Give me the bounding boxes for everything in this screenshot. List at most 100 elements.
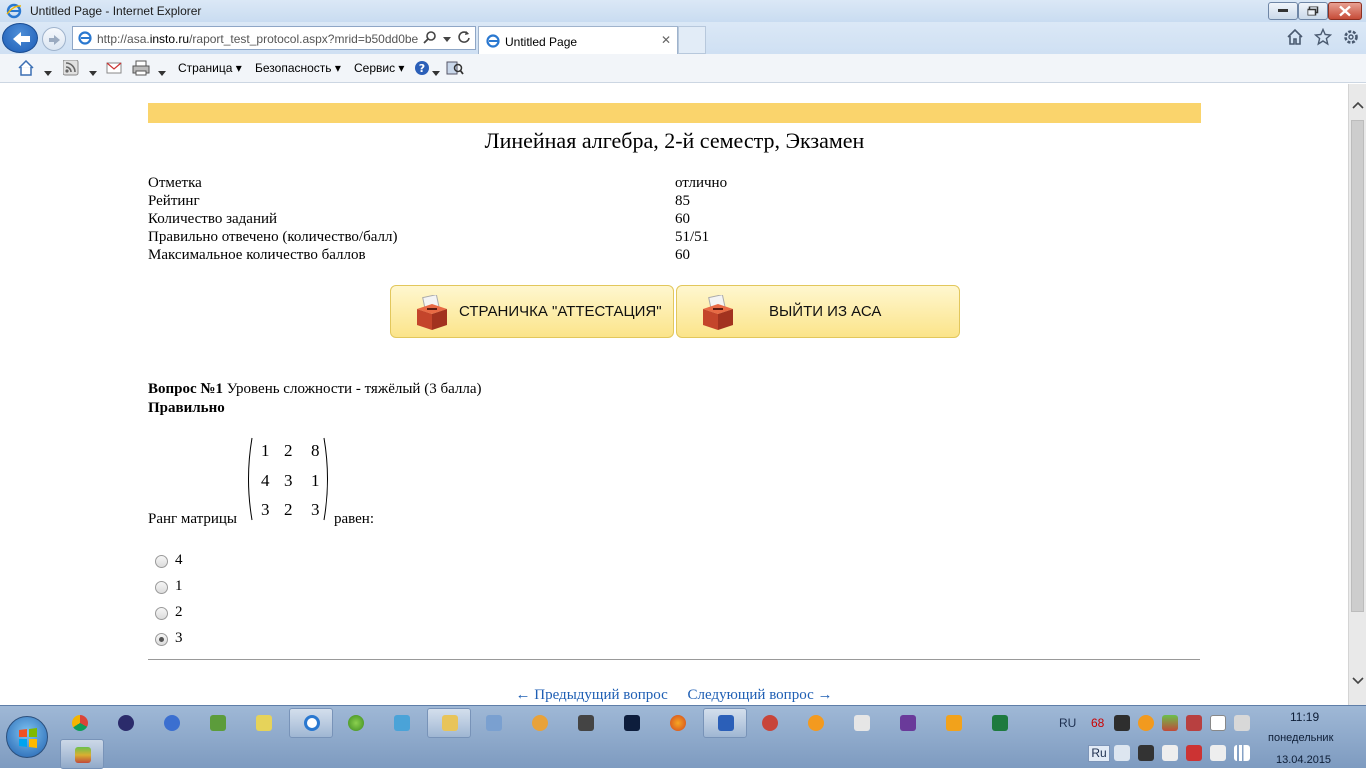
page-menu[interactable]: Страница ▾ [178, 61, 242, 75]
home-icon[interactable] [1286, 28, 1304, 49]
divider [148, 659, 1200, 660]
window-title: Untitled Page - Internet Explorer [30, 4, 202, 18]
odnoklassniki-icon[interactable] [1138, 715, 1154, 731]
close-tab-icon[interactable]: ✕ [661, 33, 671, 47]
signal-icon[interactable] [1234, 745, 1250, 761]
daemon-tools-icon[interactable] [164, 715, 180, 731]
attestation-page-button[interactable]: СТРАНИЧКА "АТТЕСТАЦИЯ" [390, 285, 674, 338]
svg-text:?: ? [419, 62, 425, 75]
photoshop-icon[interactable] [624, 715, 640, 731]
rss-feed-icon[interactable] [62, 59, 79, 79]
forward-button[interactable] [42, 27, 66, 51]
media-player-icon[interactable] [118, 715, 134, 731]
matrix-cell: 3 [261, 500, 270, 519]
search-icon[interactable] [423, 30, 437, 47]
new-tab-button[interactable] [678, 26, 706, 54]
title-bar: Untitled Page - Internet Explorer [0, 0, 1366, 22]
usb-icon[interactable] [1210, 745, 1226, 761]
refresh-icon[interactable] [457, 30, 471, 47]
audio-icon[interactable] [486, 715, 502, 731]
clock-day[interactable]: понедельник [1268, 732, 1333, 744]
excel-icon[interactable] [992, 715, 1008, 731]
ie-page-icon [485, 33, 501, 52]
help-icon[interactable]: ? [414, 60, 430, 79]
tool-icon[interactable] [210, 715, 226, 731]
chevron-down-icon[interactable] [89, 66, 97, 80]
taskbar: RU 68 Ru 11:19 понедельник 13.04.2015 [0, 705, 1366, 769]
safety-menu[interactable]: Безопасность ▾ [255, 61, 341, 75]
matrix: 1 2 8 4 3 1 3 2 3 [248, 437, 328, 521]
research-icon[interactable] [446, 60, 464, 79]
start-button[interactable] [6, 716, 48, 758]
mail-icon[interactable] [106, 60, 122, 79]
command-bar: Страница ▾ Безопасность ▾ Сервис ▾ ? [0, 54, 1366, 83]
chrome-icon[interactable] [72, 715, 88, 731]
page-title: Линейная алгебра, 2-й семестр, Экзамен [484, 128, 865, 153]
question-heading: Вопрос №1 Уровень сложности - тяжёлый (3… [148, 381, 482, 397]
document-icon[interactable] [1210, 715, 1226, 731]
wifi-app-icon[interactable] [348, 715, 364, 731]
monitor-icon[interactable] [1138, 745, 1154, 761]
notes-icon[interactable] [256, 715, 272, 731]
camera-icon[interactable] [578, 715, 594, 731]
flag-icon[interactable] [1162, 745, 1178, 761]
folder-icon [442, 715, 458, 731]
scroll-up-icon[interactable] [1352, 98, 1364, 112]
app-triangle-icon[interactable] [532, 715, 548, 731]
app-2-icon[interactable] [808, 715, 824, 731]
vertical-scrollbar[interactable] [1348, 84, 1366, 705]
visual-studio-icon[interactable] [900, 715, 916, 731]
pen-icon[interactable] [1234, 715, 1250, 731]
chevron-down-icon[interactable] [44, 66, 52, 80]
chevron-down-icon[interactable] [432, 66, 440, 80]
tools-menu[interactable]: Сервис ▾ [354, 61, 404, 75]
radio-button[interactable] [155, 581, 168, 594]
address-bar[interactable]: http://asa.insto.ru/raport_test_protocol… [72, 26, 476, 50]
display-icon[interactable] [394, 715, 410, 731]
back-button[interactable] [2, 23, 38, 53]
firefox-icon[interactable] [670, 715, 686, 731]
navigation-bar: http://asa.insto.ru/raport_test_protocol… [0, 22, 1366, 54]
radio-button[interactable] [155, 607, 168, 620]
word-icon [718, 715, 734, 731]
tray-app-icon[interactable] [1186, 715, 1202, 731]
url-text[interactable]: http://asa.insto.ru/raport_test_protocol… [97, 32, 425, 46]
speaker-icon[interactable] [1186, 745, 1202, 761]
clock-date[interactable]: 13.04.2015 [1276, 754, 1331, 766]
chevron-down-icon[interactable] [158, 66, 166, 80]
input-language-button[interactable]: Ru [1088, 745, 1110, 762]
question-text-after: равен: [334, 511, 375, 527]
app-icon[interactable] [762, 715, 778, 731]
restore-button[interactable] [1298, 2, 1328, 20]
taskbar-app-explorer[interactable] [427, 708, 471, 738]
nvidia-icon[interactable] [1114, 715, 1130, 731]
volume-icon[interactable] [1114, 745, 1130, 761]
clock-time[interactable]: 11:19 [1290, 710, 1319, 724]
favorites-star-icon[interactable] [1313, 27, 1333, 49]
summary-row-tasks: Количество заданий 60 [148, 211, 690, 227]
video-player-icon[interactable] [946, 715, 962, 731]
taskbar-app-ie[interactable] [289, 708, 333, 738]
radio-button[interactable] [155, 555, 168, 568]
previous-question-link[interactable]: ← Предыдущий вопрос [516, 687, 668, 703]
exit-asa-button[interactable]: ВЫЙТИ ИЗ АСА [676, 285, 960, 338]
scroll-down-icon[interactable] [1352, 674, 1364, 688]
gear-icon[interactable] [1342, 28, 1360, 49]
tab-untitled-page[interactable]: Untitled Page ✕ [478, 26, 678, 54]
taskbar-app-stacks[interactable] [60, 739, 104, 769]
stacks-icon[interactable] [1162, 715, 1178, 731]
scrollbar-thumb[interactable] [1351, 120, 1364, 612]
print-icon[interactable] [132, 60, 150, 79]
language-indicator[interactable]: RU [1059, 716, 1076, 730]
tray-counter[interactable]: 68 [1091, 716, 1104, 730]
radio-button[interactable] [155, 633, 168, 646]
home-icon[interactable] [18, 59, 36, 79]
next-question-link[interactable]: Следующий вопрос → [688, 687, 833, 703]
grid-app-icon[interactable] [854, 715, 870, 731]
minimize-button[interactable] [1268, 2, 1298, 20]
ie-logo-icon [6, 3, 22, 19]
taskbar-app-word[interactable] [703, 708, 747, 738]
chevron-down-icon[interactable] [443, 32, 451, 46]
matrix-cell: 2 [284, 441, 293, 460]
close-window-button[interactable] [1328, 2, 1362, 20]
